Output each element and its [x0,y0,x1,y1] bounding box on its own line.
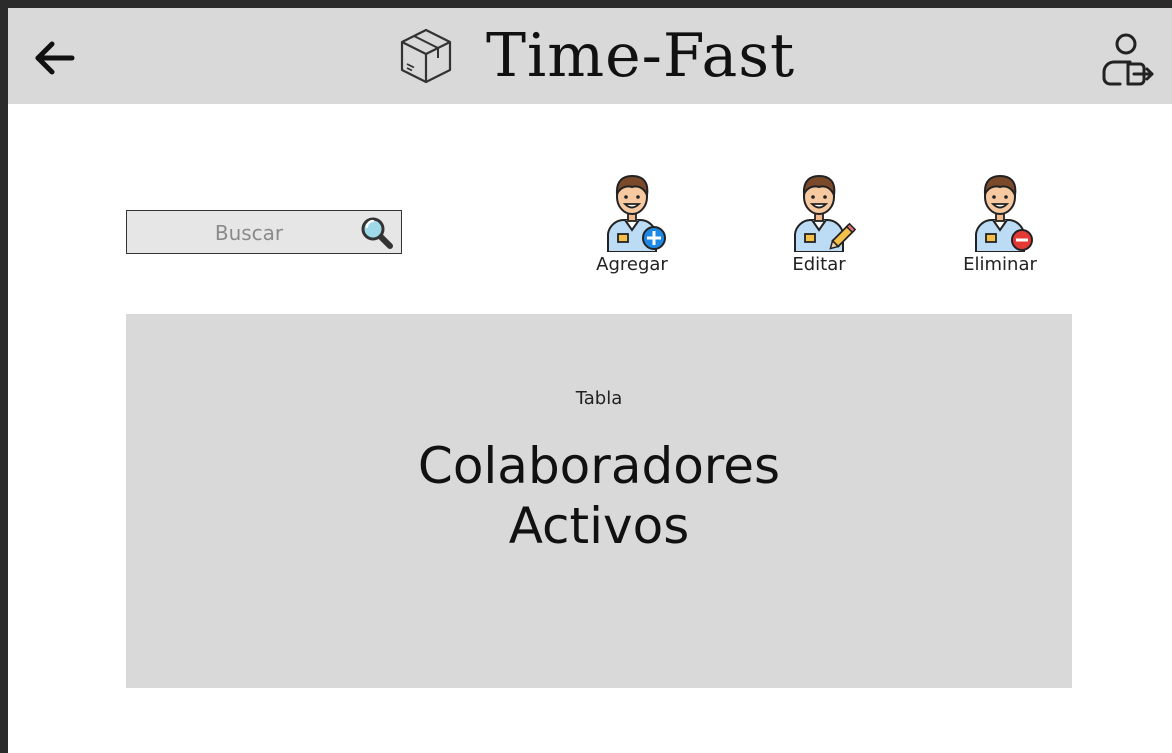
app-title: Time-Fast [486,21,796,91]
search-input[interactable] [157,215,341,251]
logout-button[interactable] [1090,26,1162,98]
user-remove-icon [975,174,1033,252]
remove-label: Eliminar [963,254,1037,275]
collaborators-table[interactable]: Tabla Colaboradores Activos [126,314,1072,688]
edit-collaborator-button[interactable]: Editar [754,166,884,290]
table-title-line1: Colaboradores [417,437,781,495]
brand: Time-Fast [394,14,795,98]
search-box [126,210,402,254]
arrow-left-icon [35,41,75,75]
remove-collaborator-button[interactable]: Eliminar [935,166,1065,290]
user-edit-icon [794,174,857,252]
table-caption: Tabla [575,388,623,409]
table-title: Colaboradores Activos [126,436,1072,556]
table-title-line2: Activos [508,497,690,555]
edit-label: Editar [792,254,846,275]
back-button[interactable] [30,38,80,78]
magnifier-icon[interactable] [359,215,395,251]
user-add-icon [607,174,666,252]
add-label: Agregar [596,254,668,275]
user-logout-icon [1102,33,1154,86]
top-header: Time-Fast [8,8,1172,104]
package-box-icon [400,28,452,84]
add-collaborator-button[interactable]: Agregar [567,166,697,290]
